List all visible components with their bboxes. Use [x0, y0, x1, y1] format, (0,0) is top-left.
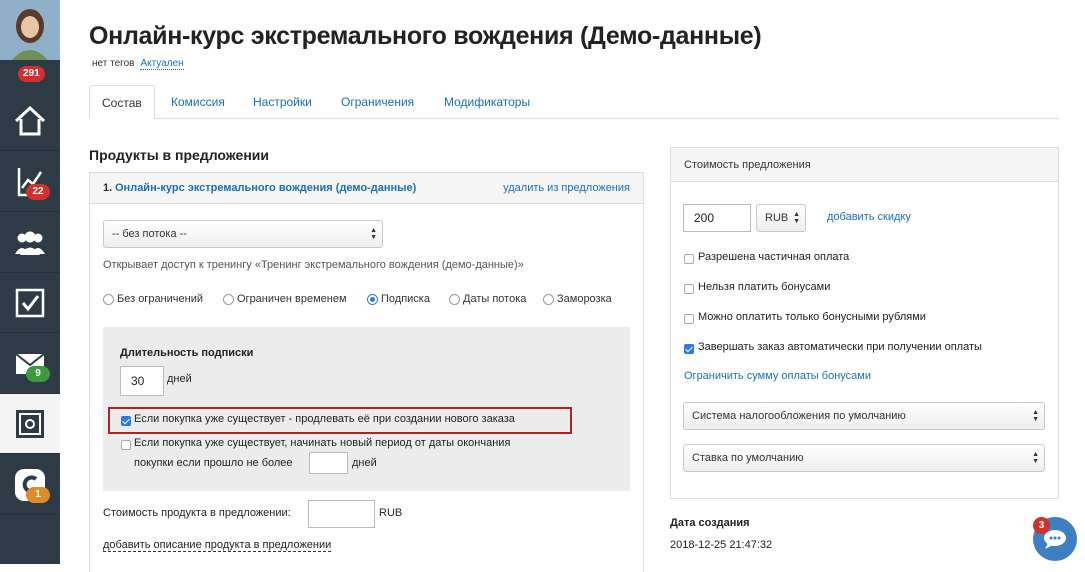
tax-rate-select[interactable]: Ставка по умолчанию ▲ ▼ [683, 444, 1045, 472]
select-arrows-icon: ▲ ▼ [1032, 451, 1039, 465]
tab-commission[interactable]: Комиссия [159, 85, 237, 119]
radio-label: Ограничен временем [237, 293, 347, 305]
product-header: 1. Онлайн-курс экстремального вождения (… [90, 173, 643, 204]
radio-label: Заморозка [557, 293, 612, 305]
radio-stream-dates[interactable]: Даты потока [449, 293, 526, 305]
product-name-link[interactable]: Онлайн-курс экстремального вождения (дем… [115, 182, 416, 194]
offer-price-panel: Стоимость предложения 200 RUB ▲ ▼ добавит… [670, 147, 1059, 499]
product-panel: 1. Онлайн-курс экстремального вождения (… [89, 172, 644, 572]
currency-select[interactable]: RUB ▲ ▼ [756, 204, 806, 232]
tax-rate-value: Ставка по умолчанию [692, 452, 804, 464]
tab-composition[interactable]: Состав [89, 85, 155, 119]
radio-freeze[interactable]: Заморозка [543, 293, 612, 305]
user-avatar[interactable] [0, 0, 60, 60]
extend-purchase-label: Если покупка уже существует - продлевать… [134, 413, 515, 425]
product-price-input[interactable] [308, 500, 375, 528]
bonus-only-checkbox[interactable] [684, 314, 694, 324]
notifications-badge: 291 [18, 66, 45, 82]
sidebar-item-sales[interactable] [0, 394, 60, 454]
bonus-only-label: Можно оплатить только бонусными рублями [698, 311, 926, 323]
avatar-image [0, 0, 60, 60]
radio-dot [449, 293, 460, 305]
currency-select-value: RUB [765, 212, 789, 224]
mail-badge: 9 [26, 366, 50, 382]
tab-modifiers[interactable]: Модификаторы [432, 85, 542, 119]
select-arrows-icon: ▲ ▼ [793, 211, 800, 225]
tab-bar: Состав Комиссия Настройки Ограничения Мо… [89, 85, 1059, 119]
duration-input[interactable]: 30 [120, 366, 164, 396]
new-period-label-line2: покупки если прошло не более [134, 457, 293, 469]
sidebar: 291 22 9 1 [0, 0, 60, 564]
products-section-title: Продукты в предложении [89, 147, 269, 163]
chat-badge: 3 [1033, 517, 1050, 534]
tasks-icon [15, 288, 45, 317]
created-date-label: Дата создания [670, 517, 750, 529]
access-description: Открывает доступ к тренингу «Тренинг экс… [103, 259, 524, 271]
sidebar-item-tasks[interactable] [0, 273, 60, 333]
radio-label: Подписка [381, 293, 430, 305]
radio-subscription[interactable]: Подписка [367, 293, 430, 305]
brand-badge: 1 [26, 487, 50, 503]
new-period-days-input[interactable] [309, 452, 348, 474]
radio-no-limits[interactable]: Без ограничений [103, 293, 203, 305]
sidebar-item-users[interactable] [0, 213, 60, 273]
main-content: Онлайн-курс экстремального вождения (Дем… [60, 0, 1085, 572]
subscription-settings: Длительность подписки 30 дней Если покуп… [103, 327, 630, 491]
reports-badge: 22 [26, 184, 50, 200]
product-price-currency: RUB [379, 507, 403, 519]
select-arrows-icon: ▲ ▼ [370, 227, 377, 241]
partial-payment-label: Разрешена частичная оплата [698, 251, 850, 263]
sidebar-item-reports[interactable] [0, 152, 60, 212]
auto-complete-checkbox[interactable] [684, 344, 694, 354]
no-bonus-checkbox[interactable] [684, 284, 694, 294]
home-icon [14, 105, 46, 135]
radio-label: Без ограничений [117, 293, 203, 305]
remove-product-link[interactable]: удалить из предложения [503, 182, 630, 194]
created-date-value: 2018-12-25 21:47:32 [670, 539, 773, 551]
add-description-link[interactable]: добавить описание продукта в предложении [103, 539, 332, 552]
extend-purchase-checkbox[interactable] [121, 416, 131, 426]
tab-restrictions[interactable]: Ограничения [329, 85, 426, 119]
new-period-unit: дней [352, 457, 377, 469]
safe-icon [16, 409, 44, 438]
tax-system-value: Система налогообложения по умолчанию [692, 410, 906, 422]
tab-settings[interactable]: Настройки [241, 85, 324, 119]
tax-system-select[interactable]: Система налогообложения по умолчанию ▲ ▼ [683, 402, 1045, 430]
product-price-label: Стоимость продукта в предложении: [103, 507, 291, 519]
partial-payment-checkbox[interactable] [684, 254, 694, 264]
radio-dot [367, 293, 378, 305]
duration-unit: дней [167, 373, 192, 385]
status-link[interactable]: Актуален [140, 58, 184, 70]
offer-price-title: Стоимость предложения [671, 148, 1058, 182]
subscription-duration-label: Длительность подписки [120, 347, 254, 359]
users-icon [15, 231, 45, 255]
radio-label: Даты потока [463, 293, 527, 305]
auto-complete-label: Завершать заказ автоматически при получе… [698, 341, 982, 353]
new-period-checkbox[interactable] [121, 440, 131, 450]
sidebar-item-brand[interactable] [0, 455, 60, 515]
sidebar-item-mail[interactable] [0, 334, 60, 394]
add-discount-link[interactable]: добавить скидку [827, 211, 911, 223]
radio-dot [103, 293, 114, 305]
offer-amount-input[interactable]: 200 [683, 204, 751, 232]
tags-line: нет тегов Актуален [92, 58, 184, 70]
select-arrows-icon: ▲ ▼ [1032, 409, 1039, 423]
new-period-label-line1: Если покупка уже существует, начинать но… [134, 437, 511, 449]
radio-time-limited[interactable]: Ограничен временем [223, 293, 347, 305]
no-bonus-label: Нельзя платить бонусами [698, 281, 831, 293]
radio-dot [543, 293, 554, 305]
radio-dot [223, 293, 234, 305]
product-number: 1. [103, 182, 113, 194]
no-tags-label: нет тегов [92, 58, 135, 69]
stream-select-value: -- без потока -- [112, 228, 187, 240]
sidebar-item-home[interactable] [0, 91, 60, 151]
stream-select[interactable]: -- без потока -- ▲ ▼ [103, 220, 383, 248]
limit-bonus-link[interactable]: Ограничить сумму оплаты бонусами [684, 370, 871, 382]
page-title: Онлайн-курс экстремального вождения (Дем… [89, 22, 762, 50]
